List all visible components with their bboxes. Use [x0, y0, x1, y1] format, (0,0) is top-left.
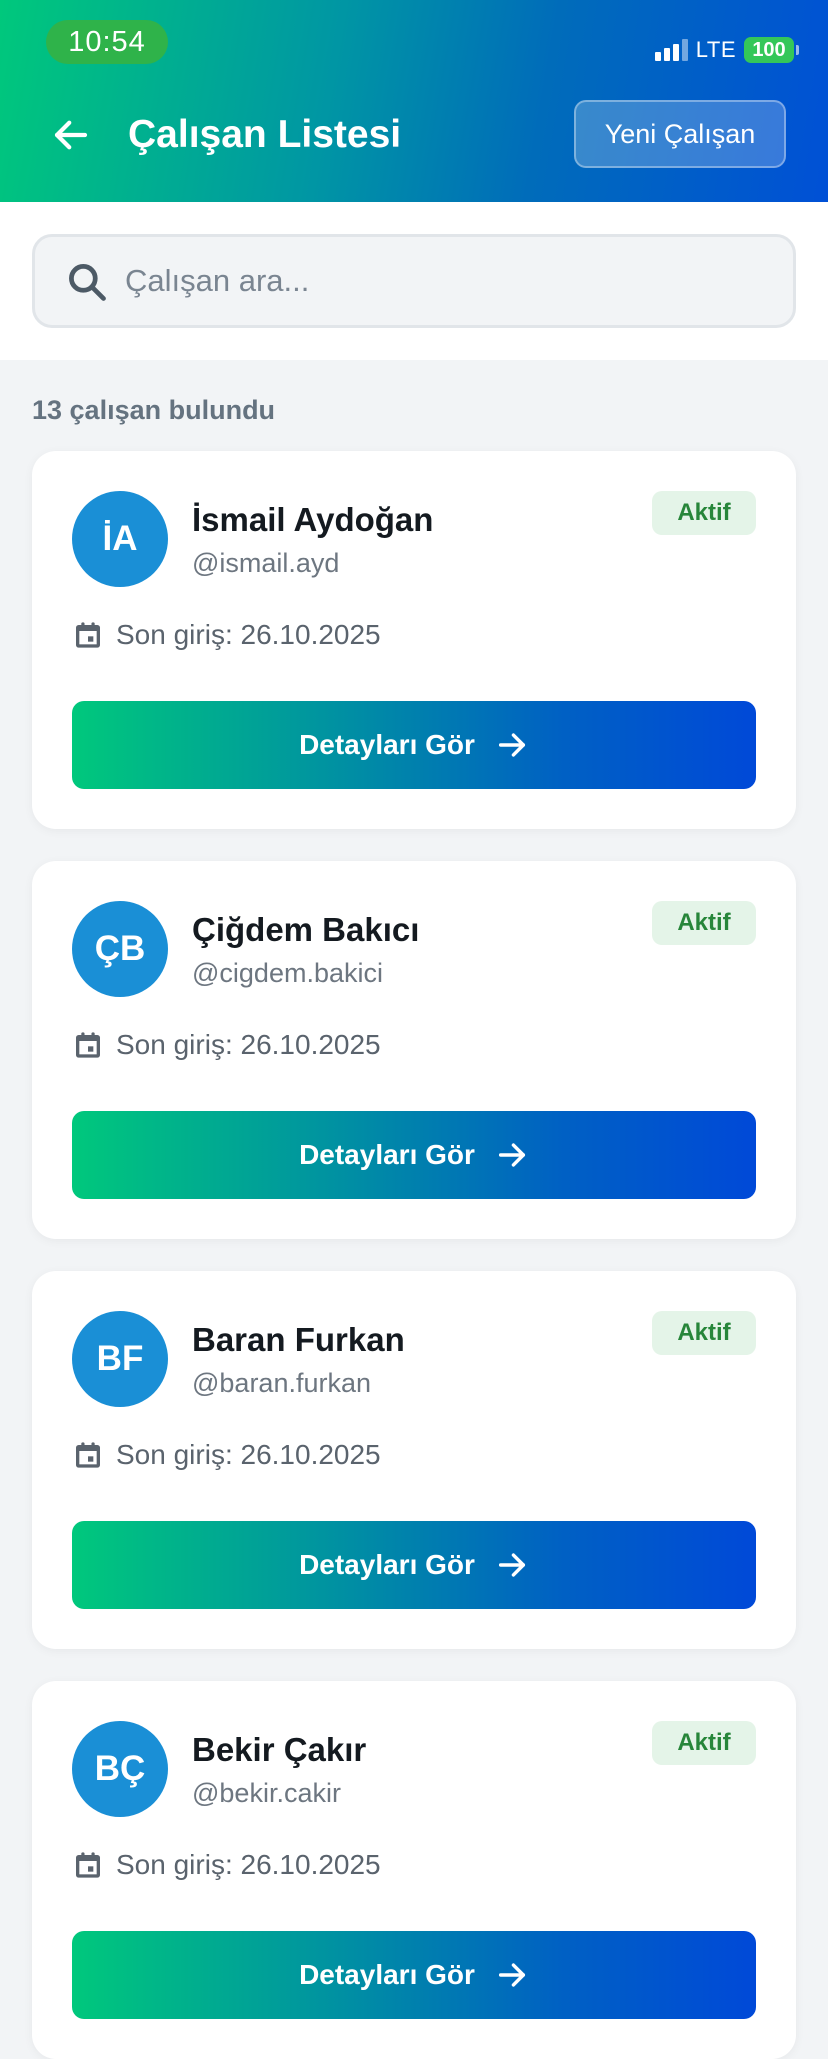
arrow-right-icon	[498, 733, 525, 757]
employee-card[interactable]: ÇB Çiğdem Bakıcı @cigdem.bakici Aktif So…	[32, 861, 796, 1239]
last-login: Son giriş: 26.10.2025	[116, 1849, 381, 1880]
new-employee-button[interactable]: Yeni Çalışan	[574, 100, 786, 168]
view-details-button[interactable]: Detayları Gör	[72, 1111, 756, 1199]
calendar-icon	[76, 1032, 100, 1058]
app-header: 10:54 LTE 100 Çalışan Listesi Yeni Çalış…	[0, 0, 828, 202]
employee-username: @cigdem.bakici	[192, 958, 383, 988]
status-badge: Aktif	[652, 491, 756, 535]
employee-username: @ismail.ayd	[192, 548, 340, 578]
employee-username: @bekir.cakir	[192, 1778, 341, 1808]
back-button[interactable]	[50, 114, 92, 156]
arrow-right-icon	[498, 1143, 525, 1167]
employee-name: Baran Furkan	[192, 1321, 405, 1358]
status-time: 10:54	[46, 20, 168, 64]
avatar: ÇB	[72, 901, 168, 997]
view-details-button[interactable]: Detayları Gör	[72, 1521, 756, 1609]
employee-name: Çiğdem Bakıcı	[192, 911, 420, 948]
status-badge: Aktif	[652, 1721, 756, 1765]
employee-username: @baran.furkan	[192, 1368, 372, 1398]
network-label: LTE	[695, 37, 736, 62]
calendar-icon	[76, 1852, 100, 1878]
arrow-right-icon	[498, 1963, 525, 1987]
search-section	[0, 202, 828, 360]
status-indicators: LTE 100	[654, 36, 799, 64]
employee-card[interactable]: BF Baran Furkan @baran.furkan Aktif Son …	[32, 1271, 796, 1649]
search-icon	[69, 264, 106, 301]
view-details-button[interactable]: Detayları Gör	[72, 1931, 756, 2019]
view-details-label: Detayları Gör	[299, 1959, 475, 1990]
status-badge: Aktif	[652, 901, 756, 945]
status-badge: Aktif	[652, 1311, 756, 1355]
calendar-icon	[76, 622, 100, 648]
avatar: BF	[72, 1311, 168, 1407]
employee-name: Bekir Çakır	[192, 1731, 367, 1768]
page-title: Çalışan Listesi	[128, 113, 402, 156]
employee-card[interactable]: BÇ Bekir Çakır @bekir.cakir Aktif Son gi…	[32, 1681, 796, 2059]
view-details-label: Detayları Gör	[299, 729, 475, 760]
result-count: 13 çalışan bulundu	[32, 395, 276, 425]
avatar: BÇ	[72, 1721, 168, 1817]
view-details-label: Detayları Gör	[299, 1139, 475, 1170]
battery-icon: 100	[744, 37, 799, 63]
calendar-icon	[76, 1442, 100, 1468]
search-box[interactable]	[32, 234, 796, 328]
view-details-button[interactable]: Detayları Gör	[72, 701, 756, 789]
last-login: Son giriş: 26.10.2025	[116, 1029, 381, 1060]
last-login: Son giriş: 26.10.2025	[116, 619, 381, 650]
view-details-label: Detayları Gör	[299, 1549, 475, 1580]
employee-card[interactable]: İA İsmail Aydoğan @ismail.ayd Aktif Son …	[32, 451, 796, 829]
arrow-right-icon	[498, 1553, 525, 1577]
search-input[interactable]	[125, 251, 765, 311]
arrow-left-icon	[54, 120, 88, 150]
last-login: Son giriş: 26.10.2025	[116, 1439, 381, 1470]
avatar: İA	[72, 491, 168, 587]
employee-name: İsmail Aydoğan	[192, 501, 434, 538]
signal-icon	[654, 39, 688, 61]
